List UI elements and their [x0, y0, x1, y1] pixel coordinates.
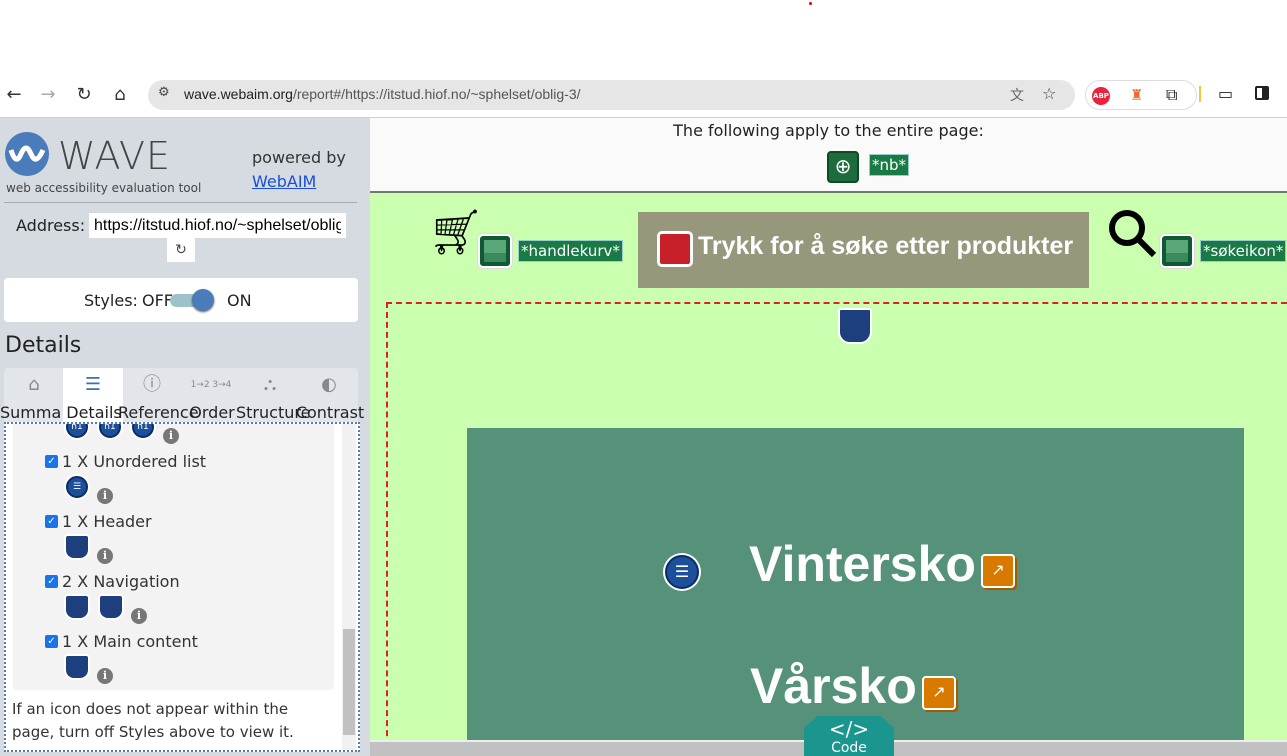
checkbox[interactable]: ✓ [45, 575, 58, 588]
logo-subtitle: web accessibility evaluation tool [6, 181, 202, 195]
list-icon: ☰ [84, 374, 102, 395]
sidepanel-icon[interactable] [1255, 86, 1269, 100]
puzzle-icon[interactable]: ⧉ [1166, 85, 1177, 105]
link-varsko[interactable]: Vårsko [750, 657, 917, 715]
image-alt-icon[interactable] [1160, 234, 1194, 268]
forward-icon[interactable]: → [36, 84, 60, 105]
browser-toolbar: ← → ↻ ⌂ ⚙ wave.webaim.org/report#/https:… [0, 76, 1287, 114]
address-label: Address: [16, 216, 86, 235]
info-icon[interactable]: i [97, 488, 113, 504]
reload-icon: ↻ [175, 242, 187, 258]
checkbox[interactable]: ✓ [45, 635, 58, 648]
address-input[interactable] [89, 213, 346, 238]
styles-toggle-box: Styles: OFF ON [4, 278, 358, 322]
info-icon[interactable]: i [97, 548, 113, 564]
heading-h1-icon[interactable]: h1 [132, 424, 154, 438]
order-icon: 1→2 3→4 [190, 380, 232, 390]
search-icon [1109, 210, 1157, 258]
navigation-icon[interactable] [66, 596, 88, 618]
image-alt-icon[interactable] [478, 234, 512, 268]
info-icon: ⓘ [143, 374, 161, 395]
tab-structure[interactable]: ⛬ Structure [236, 368, 310, 424]
redundant-link-alert-icon[interactable]: ↗ [981, 554, 1015, 588]
main-content-icon[interactable] [66, 656, 88, 678]
list-item: ✓ 1 X Main content [45, 632, 198, 651]
logo-title: WAVE [58, 134, 172, 178]
webaim-link[interactable]: WebAIM [252, 172, 316, 191]
divider [1199, 86, 1201, 102]
tab-reference[interactable]: ⓘ Reference [118, 368, 199, 424]
tab-order[interactable]: 1→2 3→4 Order [181, 368, 241, 424]
cart-icon: 🛒︎ [428, 207, 484, 258]
heading-h1-icon[interactable]: h1 [99, 424, 121, 438]
contrast-icon: ◐ [321, 374, 337, 395]
info-icon[interactable]: i [163, 428, 179, 444]
navigation-icon[interactable] [100, 596, 122, 618]
tab-contrast[interactable]: ◐ Contrast [296, 368, 364, 424]
divider [4, 202, 357, 203]
home-icon: ⌂ [28, 374, 40, 395]
powered-by: powered by [252, 148, 346, 167]
header-icon[interactable] [66, 536, 88, 558]
cart-alt-text: *handlekurv* [518, 240, 623, 262]
details-panel: h1 h1 h1 i ✓ 1 X Unordered list ☰ i ✓ 1 X … [4, 422, 360, 752]
translate-icon[interactable]: 文 [1010, 85, 1024, 105]
unordered-list-icon[interactable]: ☰ [665, 555, 699, 589]
tab-summary[interactable]: ⌂Summary [0, 368, 64, 424]
reload-button[interactable]: ↻ [167, 238, 195, 262]
link-vintersko[interactable]: Vintersko [749, 535, 976, 593]
styles-toggle[interactable] [170, 289, 214, 311]
heading-h1-icon[interactable]: h1 [66, 424, 88, 438]
report-view: The following apply to the entire page: … [370, 118, 1287, 756]
panel-tabs: ⌂Summary ☰Details ⓘReference 1→2 3→4Orde… [0, 368, 364, 424]
reload-icon[interactable]: ↻ [72, 84, 96, 105]
checkbox[interactable]: ✓ [45, 515, 58, 528]
styles-off-label: OFF [142, 291, 173, 310]
styles-label: Styles: [84, 291, 138, 310]
scrollbar[interactable] [342, 424, 356, 750]
wave-sidebar: WAVE web accessibility evaluation tool p… [0, 118, 370, 756]
details-heading: Details [5, 333, 82, 358]
back-icon[interactable]: ← [2, 84, 26, 105]
redundant-link-alert-icon[interactable]: ↗ [922, 676, 956, 710]
styles-on-label: ON [227, 291, 252, 310]
recording-dot [809, 2, 812, 5]
code-toggle-button[interactable]: </> Code [804, 716, 894, 756]
structure-icon: ⛬ [263, 374, 277, 395]
details-list: h1 h1 h1 i ✓ 1 X Unordered list ☰ i ✓ 1 X … [13, 424, 334, 690]
list-item: ✓ 1 X Unordered list [45, 452, 206, 471]
list-item: ✓ 2 X Navigation [45, 572, 180, 591]
star-icon[interactable]: ☆ [1042, 84, 1056, 103]
adblock-icon[interactable]: ABP [1092, 87, 1110, 105]
tab-details[interactable]: ☰ Details [63, 368, 123, 424]
checkbox[interactable]: ✓ [45, 455, 58, 468]
wave-logo-icon [5, 132, 49, 176]
navigation-icon[interactable] [838, 308, 872, 344]
address-bar[interactable]: ⚙ wave.webaim.org/report#/https://itstud… [148, 80, 1075, 110]
globe-icon[interactable]: ⊕ [827, 151, 859, 183]
extensions-area: ABP ♜ ⧉ [1085, 80, 1197, 110]
unordered-list-icon[interactable]: ☰ [66, 476, 88, 498]
code-icon: </> [828, 717, 870, 741]
search-button[interactable]: Trykk for å søke etter produkter [638, 212, 1089, 288]
entire-page-text: The following apply to the entire page: [673, 121, 984, 140]
styles-note: If an icon does not appear within the pa… [12, 700, 294, 741]
page-level-info: The following apply to the entire page: … [370, 118, 1287, 193]
language-tag: *nb* [869, 154, 910, 176]
url-host: wave.webaim.org [184, 86, 293, 102]
home-icon[interactable]: ⌂ [108, 84, 132, 105]
info-icon[interactable]: i [131, 608, 147, 624]
url-path: /report#/https://itstud.hiof.no/~sphelse… [292, 86, 581, 102]
error-icon[interactable] [657, 231, 693, 267]
lighthouse-icon[interactable]: ♜ [1130, 86, 1143, 104]
list-item: ✓ 1 X Header [45, 512, 152, 531]
cast-icon[interactable]: ▭ [1218, 84, 1233, 103]
main-content: ☰ Vintersko ↗ Vårsko ↗ [467, 428, 1244, 740]
site-settings-icon[interactable]: ⚙ [158, 85, 170, 100]
info-icon[interactable]: i [97, 668, 113, 684]
search-alt-text: *søkeikon* [1200, 240, 1287, 262]
